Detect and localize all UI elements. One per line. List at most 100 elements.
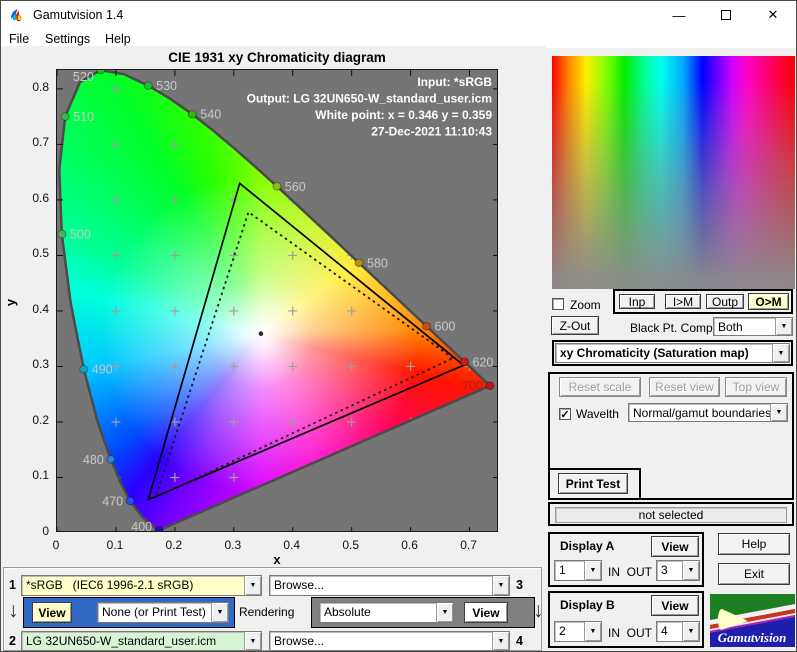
slot-1-label: 1 [9, 578, 16, 592]
exit-button[interactable]: Exit [718, 563, 790, 585]
outp-button[interactable]: Outp [706, 294, 744, 309]
wavelength-marker [272, 182, 282, 191]
wavelength-marker [57, 229, 67, 239]
wavelength-label: 560 [285, 180, 306, 194]
y-tick-label: 0.3 [32, 357, 49, 372]
grid-plus-markers [111, 84, 475, 482]
zoom-checkbox[interactable] [552, 298, 564, 310]
dropdown-arrow-icon[interactable]: ▼ [244, 632, 261, 650]
top-view-button[interactable]: Top view [725, 377, 787, 397]
display-a-out-select[interactable]: 3 ▼ [656, 560, 700, 581]
x-tick-label: 0.7 [460, 538, 477, 552]
z-out-button[interactable]: Z-Out [551, 316, 599, 335]
chromaticity-plot[interactable]: 400 470 480 490 500 510 520 530 540 560 580 600 620 7… [56, 69, 498, 532]
annotation-line: 27-Dec-2021 11:10:43 [371, 125, 492, 139]
inp-button[interactable]: Inp [619, 294, 655, 309]
print-test-button[interactable]: Print Test [558, 473, 628, 494]
help-button[interactable]: Help [718, 533, 790, 555]
dropdown-arrow-icon[interactable]: ▼ [436, 603, 453, 622]
view-b-button[interactable]: View [464, 602, 508, 623]
rendering-intent-select[interactable]: Absolute ▼ [319, 602, 454, 623]
annotation-line: Output: LG 32UN650-W_standard_user.icm [247, 92, 492, 106]
reset-view-button[interactable]: Reset view [649, 377, 720, 397]
black-pt-comp-select[interactable]: Both ▼ [713, 317, 793, 336]
display-b-view-button[interactable]: View [651, 595, 699, 616]
view-mode-frame: xy Chromaticity (Saturation map) ▼ [552, 340, 793, 366]
display-a-view-button[interactable]: View [651, 536, 699, 557]
gamutvision-logo: Gamutvision [710, 594, 795, 647]
y-tick-label: 0 [42, 524, 49, 538]
dropdown-arrow-icon[interactable]: ▼ [584, 622, 601, 641]
app-window: Gamutvision 1.4 — ✕ File Settings Help C… [0, 0, 797, 652]
annotation-line: White point: x = 0.346 y = 0.359 [315, 108, 492, 122]
dropdown-arrow-icon[interactable]: ▼ [772, 344, 789, 362]
wavelength-label: 540 [200, 108, 221, 122]
i-to-m-button[interactable]: I>M [665, 294, 701, 309]
dropdown-arrow-icon[interactable]: ▼ [682, 561, 699, 580]
output-profile-select[interactable]: LG 32UN650-W_standard_user.icm ▼ [21, 631, 262, 651]
dropdown-arrow-icon[interactable]: ▼ [244, 576, 261, 595]
wavelength-label: 600 [435, 320, 456, 334]
minimize-button[interactable]: — [657, 1, 701, 29]
menu-file[interactable]: File [5, 31, 33, 47]
x-tick-label: 0.5 [342, 538, 359, 552]
x-axis-label: x [273, 552, 281, 567]
reset-scale-button[interactable]: Reset scale [559, 377, 641, 397]
menu-help[interactable]: Help [101, 31, 135, 47]
gamut-triangle-solid [146, 181, 466, 502]
wavelength-marker [154, 526, 164, 531]
wavelength-label: 480 [83, 453, 104, 467]
axis-ticks [57, 70, 497, 531]
y-tick-label: 0.5 [32, 246, 49, 261]
y-tick-label: 0.6 [32, 190, 49, 205]
pipeline-select[interactable]: None (or Print Test) ▼ [97, 602, 229, 623]
display-a-inout-label: IN OUT [608, 565, 652, 579]
logo-text: Gamutvision [718, 630, 787, 645]
o-to-m-button[interactable]: O>M [748, 293, 789, 310]
wavelength-marker [354, 258, 364, 268]
dropdown-arrow-icon[interactable]: ▼ [211, 603, 228, 622]
y-tick-label: 0.7 [32, 135, 49, 150]
view-b-panel: Absolute ▼ View [311, 597, 535, 628]
wavelength-label: 510 [73, 110, 94, 124]
title-bar[interactable]: Gamutvision 1.4 — ✕ [1, 1, 796, 29]
wavelength-marker [60, 112, 70, 121]
saturation-map[interactable] [552, 56, 795, 289]
dropdown-arrow-icon[interactable]: ▼ [770, 404, 787, 421]
flow-arrow-left-icon: ↓ [8, 599, 19, 622]
dropdown-arrow-icon[interactable]: ▼ [492, 632, 509, 650]
maximize-button[interactable] [704, 1, 748, 29]
wavelength-marker [460, 357, 470, 367]
view-mode-select[interactable]: xy Chromaticity (Saturation map) ▼ [555, 343, 790, 363]
display-b-inout-label: IN OUT [608, 626, 652, 640]
wavelength-marker [79, 364, 89, 374]
dropdown-arrow-icon[interactable]: ▼ [682, 622, 699, 641]
dropdown-arrow-icon[interactable]: ▼ [584, 561, 601, 580]
slot-2-label: 2 [9, 634, 16, 648]
input-profile-select[interactable]: *sRGB (IEC6 1996-2.1 sRGB) ▼ [21, 575, 262, 596]
menu-settings[interactable]: Settings [41, 31, 94, 47]
gamut-triangle-dotted [153, 210, 455, 500]
browse-3-select[interactable]: Browse... ▼ [269, 575, 510, 596]
x-tick-label: 0.1 [106, 538, 124, 552]
chart-panel: CIE 1931 xy Chromaticity diagram 400 470 4… [1, 46, 546, 567]
flow-arrow-right-icon: ↓ [533, 599, 544, 622]
y-tick-label: 0.1 [32, 468, 49, 483]
display-a-in-select[interactable]: 1 ▼ [554, 560, 602, 581]
dropdown-arrow-icon[interactable]: ▼ [775, 318, 792, 335]
wavelength-markers: 400 470 480 490 500 510 520 530 540 560 580 600 620 7… [57, 70, 495, 531]
dropdown-arrow-icon[interactable]: ▼ [492, 576, 509, 595]
wavelth-checkbox[interactable]: ✓ [559, 408, 571, 421]
x-tick-label: 0.3 [224, 538, 242, 552]
slot-3-label: 3 [516, 578, 523, 592]
y-tick-label: 0.4 [32, 301, 49, 316]
display-b-out-select[interactable]: 4 ▼ [656, 621, 700, 642]
boundaries-select[interactable]: Normal/gamut boundaries ▼ [628, 403, 788, 422]
display-b-in-select[interactable]: 2 ▼ [554, 621, 602, 642]
plot-annotations: Input: *sRGB Output: LG 32UN650-W_standar… [247, 75, 493, 139]
view-a-button[interactable]: View [32, 602, 72, 623]
close-button[interactable]: ✕ [751, 1, 795, 29]
browse-4-select[interactable]: Browse... ▼ [269, 631, 510, 651]
wavelength-label: 620 [473, 355, 494, 369]
status-group: not selected [548, 502, 794, 526]
